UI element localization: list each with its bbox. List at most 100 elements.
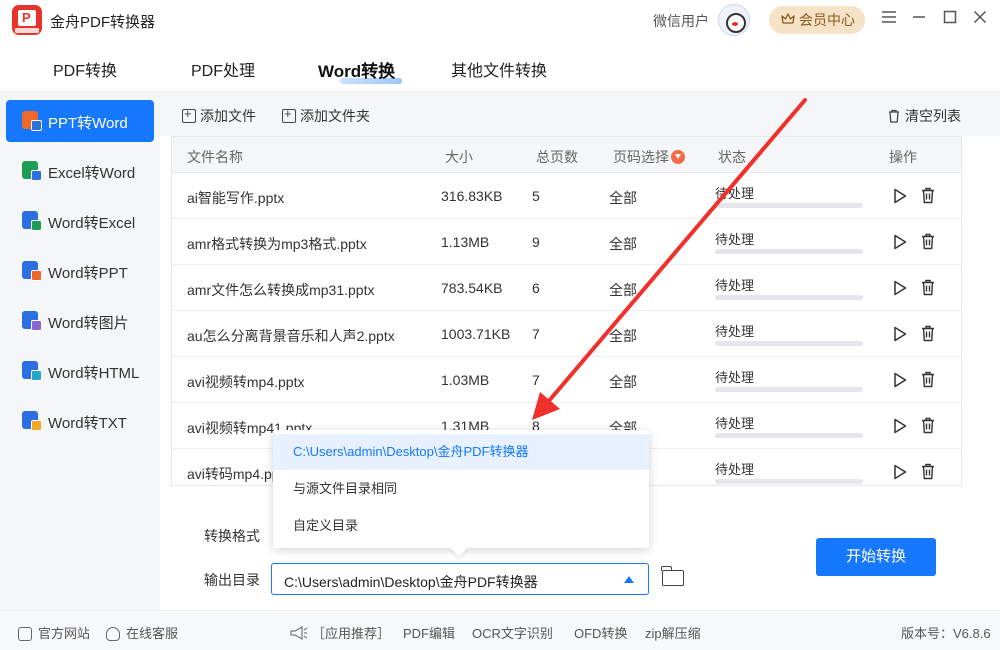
table-row[interactable]: avi视频转mp4.pptx 1.03MB 7 全部 待处理 [172, 357, 961, 403]
vip-center-label: 会员中心 [799, 12, 855, 28]
file-size-cell: 1.03MB [441, 372, 490, 388]
start-convert-button[interactable]: 开始转换 [816, 538, 936, 576]
status-text: 待处理 [715, 232, 755, 247]
minimize-icon[interactable] [909, 10, 929, 30]
file-size-cell: 316.83KB [441, 188, 503, 204]
table-header: 文件名称 大小 总页数 页码选择 状态 操作 [172, 137, 961, 173]
status-text: 待处理 [715, 278, 755, 293]
delete-icon[interactable] [921, 463, 935, 480]
delete-icon[interactable] [921, 417, 935, 434]
play-icon[interactable] [893, 464, 907, 480]
file-name-cell: amr文件怎么转换成mp31.pptx [187, 282, 375, 298]
title-bar: P 金舟PDF转换器 微信用户 会员中心 [0, 0, 1000, 40]
dropdown-option-desktop[interactable]: C:\Users\admin\Desktop\金舟PDF转换器 [273, 434, 649, 470]
play-icon[interactable] [893, 372, 907, 388]
page-count-cell: 7 [532, 326, 540, 342]
word-to-txt-icon [22, 411, 42, 431]
tab-word-convert[interactable]: Word转换 [318, 57, 395, 82]
app-logo: P [12, 5, 42, 35]
progress-bar [715, 433, 863, 438]
menu-icon[interactable] [879, 10, 899, 30]
version-label: 版本号：V6.8.6 [901, 626, 991, 641]
main-nav-tabs: PDF转换 PDF处理 Word转换 其他文件转换 [0, 40, 1000, 92]
add-file-button[interactable]: 添加文件 [182, 106, 256, 126]
sidebar-item-word-to-ppt[interactable]: Word转PPT [6, 250, 154, 292]
open-folder-icon[interactable] [661, 566, 684, 586]
sidebar-item-word-to-txt[interactable]: Word转TXT [6, 400, 154, 442]
sidebar-item-label: Excel转Word [48, 165, 136, 182]
format-label: 转换格式 [204, 528, 260, 544]
play-icon[interactable] [893, 280, 907, 296]
header-size: 大小 [445, 149, 473, 165]
add-folder-button[interactable]: 添加文件夹 [282, 106, 370, 126]
progress-bar [715, 249, 863, 254]
tab-other-convert[interactable]: 其他文件转换 [451, 57, 547, 81]
word-to-excel-icon [22, 211, 42, 231]
sidebar-item-label: Word转TXT [48, 415, 127, 432]
sidebar-item-label: Word转Excel [48, 215, 136, 232]
vip-badge-icon [671, 150, 685, 164]
zip-extract-link[interactable]: zip解压缩 [645, 623, 701, 642]
header-page-select: 页码选择 [613, 147, 685, 167]
file-size-cell: 783.54KB [441, 280, 503, 296]
play-icon[interactable] [893, 326, 907, 342]
tab-pdf-process[interactable]: PDF处理 [191, 57, 255, 81]
page-range-cell[interactable]: 全部 [609, 234, 637, 254]
table-row[interactable]: amr格式转换为mp3格式.pptx 1.13MB 9 全部 待处理 [172, 219, 961, 265]
page-range-cell[interactable]: 全部 [609, 188, 637, 208]
official-site-link[interactable]: 官方网站 [18, 623, 90, 642]
header-actions: 操作 [889, 149, 917, 165]
file-name-cell: amr格式转换为mp3格式.pptx [187, 236, 367, 252]
page-count-cell: 7 [532, 372, 540, 388]
sidebar-item-ppt-to-word[interactable]: PPT转Word [6, 100, 154, 142]
avatar[interactable] [718, 4, 750, 36]
word-to-ppt-icon [22, 261, 42, 281]
status-text: 待处理 [715, 462, 755, 477]
tab-pdf-convert[interactable]: PDF转换 [53, 57, 117, 81]
sidebar-item-word-to-image[interactable]: Word转图片 [6, 300, 154, 342]
sidebar-item-label: Word转PPT [48, 265, 128, 282]
sidebar-item-excel-to-word[interactable]: Excel转Word [6, 150, 154, 192]
sidebar: PPT转Word Excel转Word Word转Excel Word转PPT … [0, 92, 160, 610]
file-size-cell: 1.13MB [441, 234, 490, 250]
table-row[interactable]: amr文件怎么转换成mp31.pptx 783.54KB 6 全部 待处理 [172, 265, 961, 311]
progress-bar [715, 295, 863, 300]
delete-icon[interactable] [921, 233, 935, 250]
app-recommend: ［应用推荐］ [290, 623, 390, 642]
progress-bar [715, 387, 863, 392]
delete-icon[interactable] [921, 371, 935, 388]
word-to-html-icon [22, 361, 42, 381]
user-name[interactable]: 微信用户 [653, 11, 709, 31]
play-icon[interactable] [893, 234, 907, 250]
online-service-link[interactable]: 在线客服 [106, 623, 178, 642]
page-range-cell[interactable]: 全部 [609, 280, 637, 300]
sidebar-item-word-to-excel[interactable]: Word转Excel [6, 200, 154, 242]
play-icon[interactable] [893, 188, 907, 204]
output-dir-select[interactable]: C:\Users\admin\Desktop\金舟PDF转换器 [271, 563, 649, 595]
add-folder-icon [282, 106, 296, 123]
vip-center-button[interactable]: 会员中心 [769, 6, 865, 34]
table-row[interactable]: au怎么分离背景音乐和人声2.pptx 1003.71KB 7 全部 待处理 [172, 311, 961, 357]
chevron-up-icon [624, 576, 634, 583]
maximize-icon[interactable] [940, 10, 960, 30]
clear-list-button[interactable]: 清空列表 [887, 106, 961, 126]
delete-icon[interactable] [921, 187, 935, 204]
pdf-edit-link[interactable]: PDF编辑 [403, 623, 455, 642]
delete-icon[interactable] [921, 325, 935, 342]
ocr-link[interactable]: OCR文字识别 [472, 623, 553, 642]
dropdown-option-same-as-source[interactable]: 与源文件目录相同 [273, 471, 649, 507]
table-row[interactable]: ai智能写作.pptx 316.83KB 5 全部 待处理 [172, 173, 961, 219]
status-text: 待处理 [715, 186, 755, 201]
progress-bar [715, 203, 863, 208]
delete-icon[interactable] [921, 279, 935, 296]
dropdown-option-custom[interactable]: 自定义目录 [273, 508, 649, 544]
play-icon[interactable] [893, 418, 907, 434]
headset-icon [106, 627, 120, 641]
page-range-cell[interactable]: 全部 [609, 372, 637, 392]
status-text: 待处理 [715, 416, 755, 431]
sidebar-item-word-to-html[interactable]: Word转HTML [6, 350, 154, 392]
status-text: 待处理 [715, 370, 755, 385]
ofd-convert-link[interactable]: OFD转换 [574, 623, 627, 642]
close-icon[interactable] [970, 10, 990, 30]
page-range-cell[interactable]: 全部 [609, 326, 637, 346]
